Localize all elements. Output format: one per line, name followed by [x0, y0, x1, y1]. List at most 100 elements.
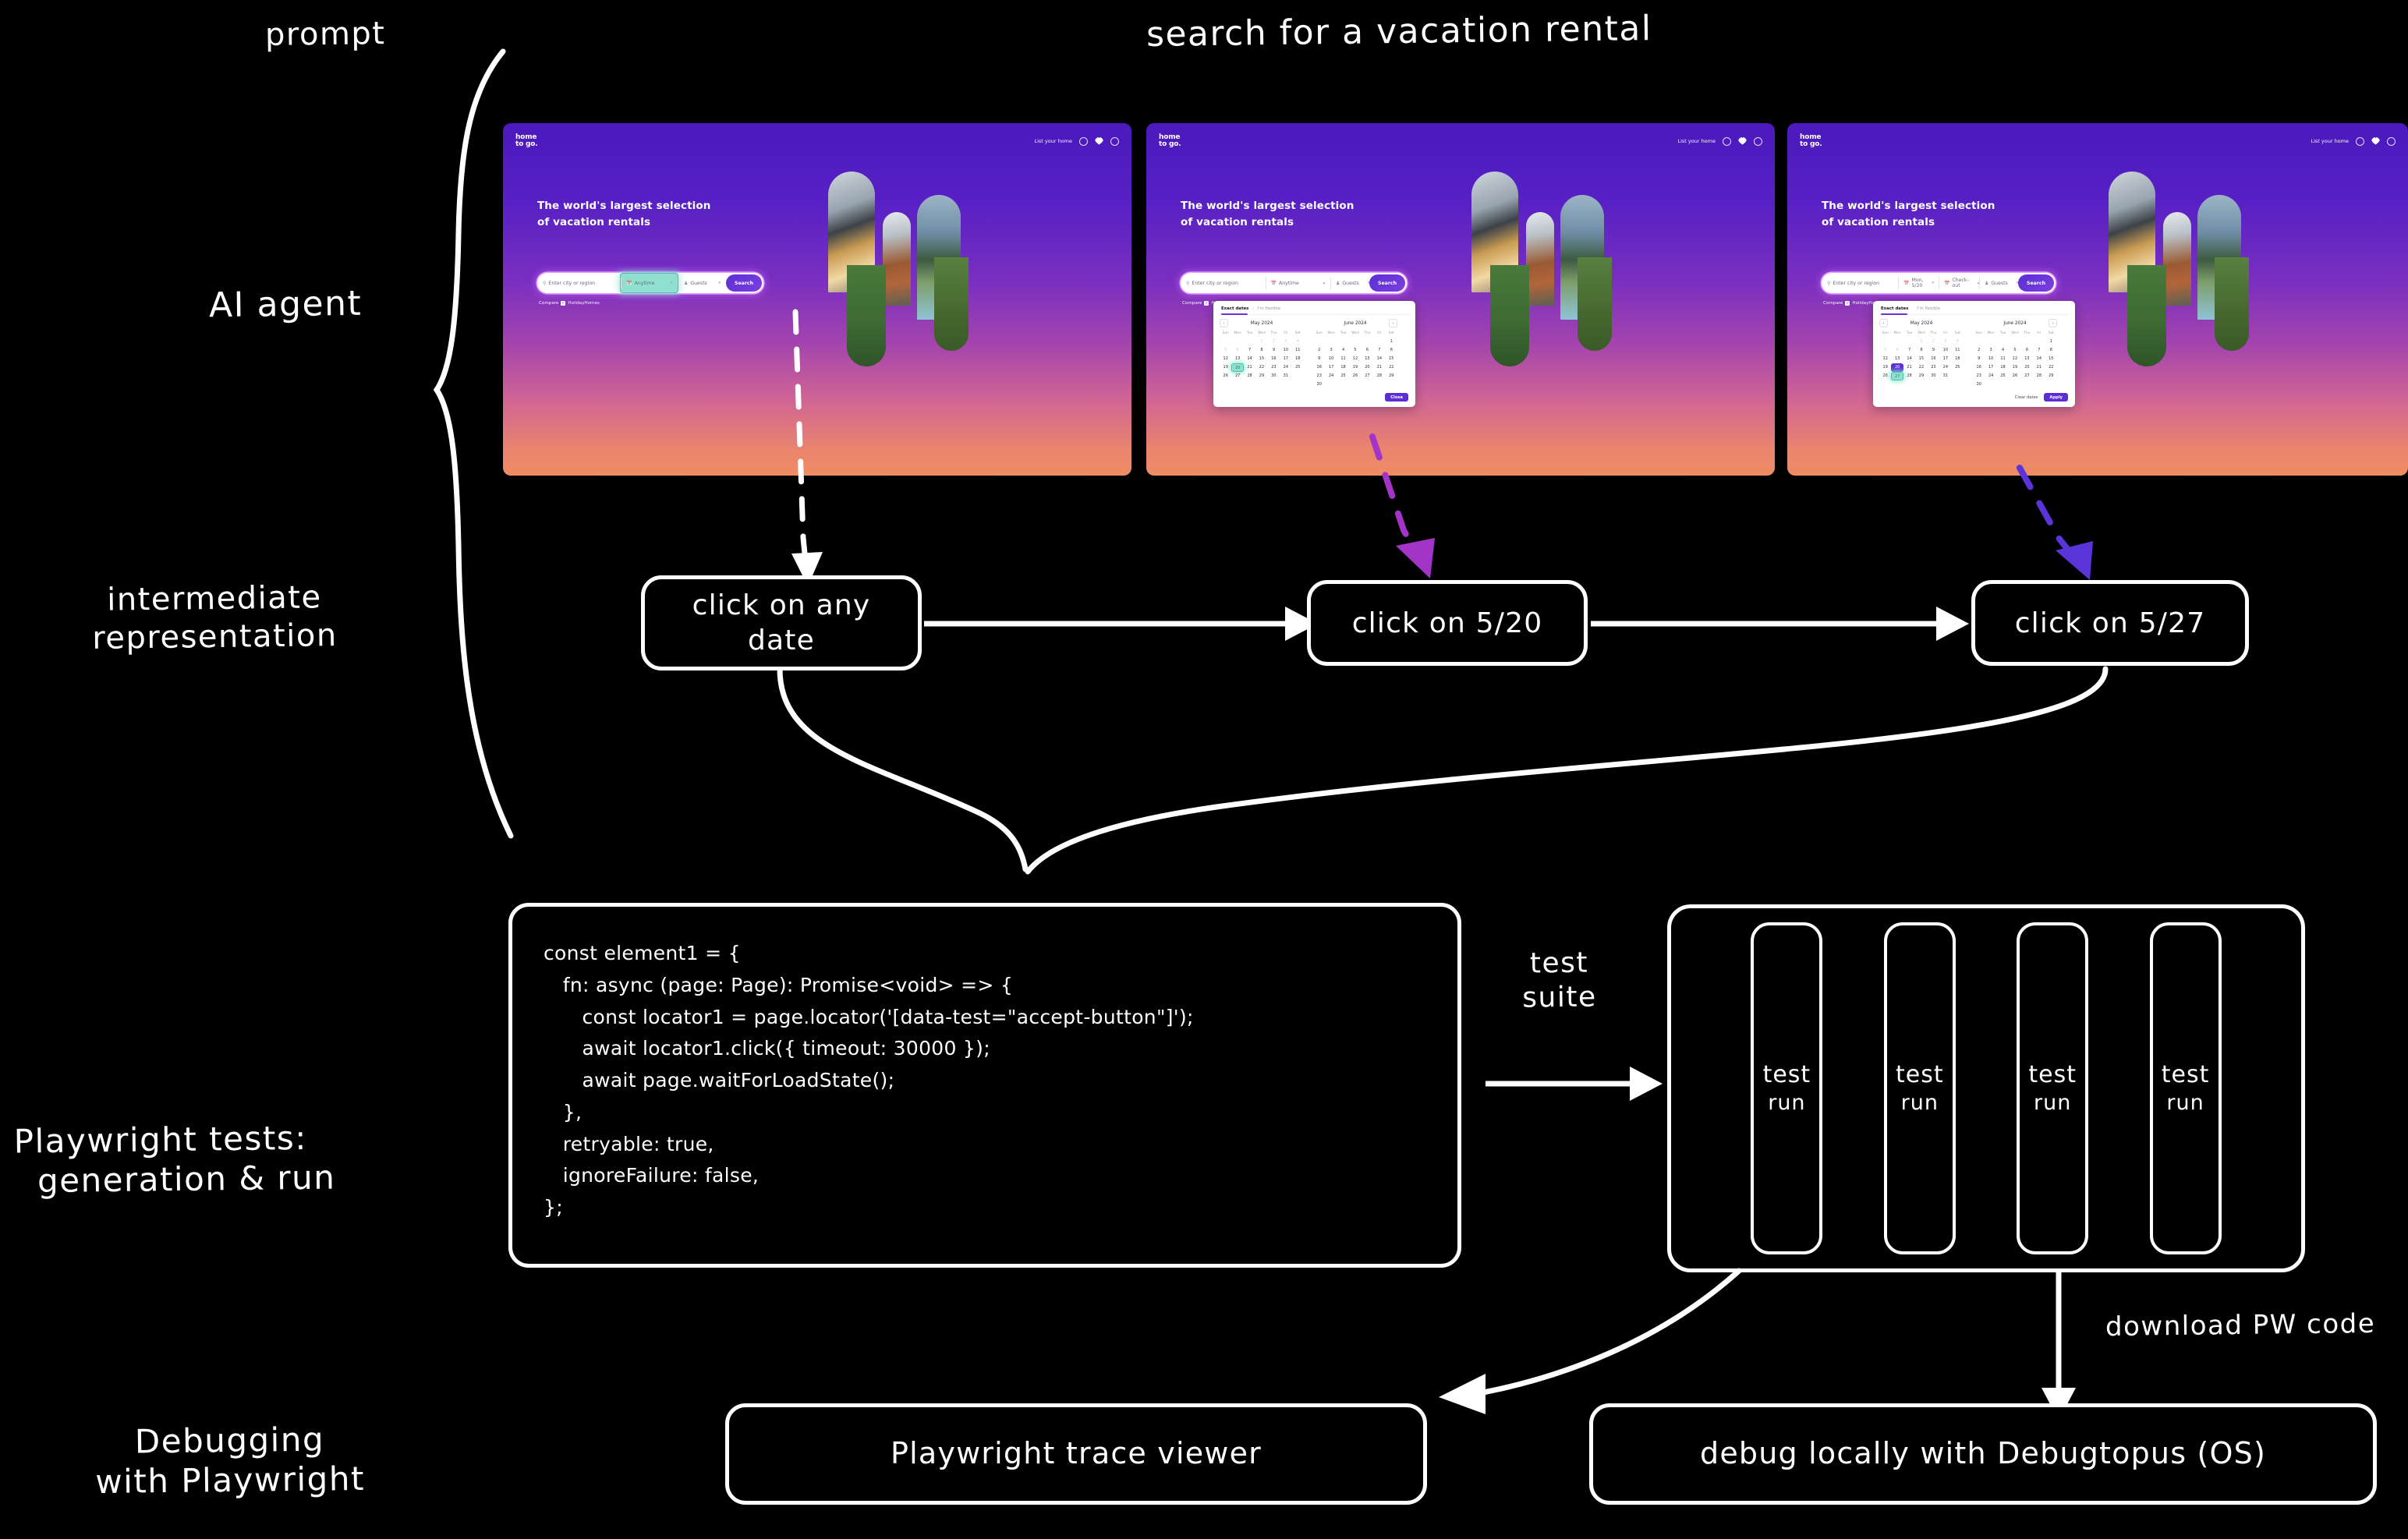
date-picker-popup[interactable]: Exact dates I'm flexible ‹ May 2024 Sun Mon Tu… — [1213, 301, 1415, 407]
guests-field[interactable]: ♟ Guests ▾ — [678, 273, 726, 293]
calendar-day-23[interactable]: 23 — [1928, 363, 1939, 372]
test-run-box[interactable]: test run — [1883, 922, 1956, 1254]
calendar-day-27[interactable]: 27 — [2021, 372, 2033, 380]
generated-code-panel[interactable]: const element1 = { fn: async (page: Page… — [508, 903, 1461, 1268]
calendar-day-30[interactable]: 30 — [1973, 380, 1985, 389]
location-field[interactable]: ⚲ Enter city or region — [537, 273, 620, 293]
calendar-day-24[interactable]: 24 — [1985, 372, 1996, 380]
calendar-next-month-button[interactable]: › — [2049, 319, 2057, 327]
calendar-day-17[interactable]: 17 — [1985, 363, 1996, 372]
debugtopus-box[interactable]: debug locally with Debugtopus (OS) — [1589, 1403, 2377, 1505]
account-icon[interactable] — [2387, 136, 2396, 146]
calendar-day-23[interactable]: 23 — [1268, 363, 1280, 372]
globe-icon[interactable] — [1723, 136, 1731, 146]
calendar-day-24[interactable]: 24 — [1939, 363, 1951, 372]
calendar-day-15[interactable]: 15 — [1386, 355, 1397, 363]
calendar-day-4[interactable]: 4 — [1997, 346, 2009, 355]
heart-icon[interactable] — [2371, 137, 2380, 146]
calendar-day-15[interactable]: 15 — [1915, 355, 1927, 363]
calendar-day-12[interactable]: 12 — [1349, 355, 1361, 363]
calendar-day-6[interactable]: 6 — [2021, 346, 2033, 355]
calendar-prev-month-button[interactable]: ‹ — [1879, 319, 1888, 327]
dates-field[interactable]: 📅 Anytime ▾ — [620, 273, 678, 293]
calendar-day-25[interactable]: 25 — [1997, 372, 2009, 380]
heart-icon[interactable] — [1738, 137, 1747, 146]
calendar-next-month-button[interactable]: › — [1389, 319, 1397, 327]
calendar-apply-button[interactable]: Apply — [2044, 393, 2068, 402]
calendar-day-11[interactable]: 11 — [1292, 346, 1304, 355]
calendar-day-12[interactable]: 12 — [1879, 355, 1891, 363]
calendar-day-7[interactable]: 7 — [1373, 346, 1385, 355]
calendar-day-27[interactable]: 27 — [1362, 372, 1373, 380]
calendar-day-3[interactable]: 3 — [1325, 346, 1337, 355]
checkin-field[interactable]: 📅 Mon, 5/20 ▾ — [1898, 273, 1939, 293]
account-icon[interactable] — [1754, 136, 1762, 146]
calendar-day-27[interactable]: 27 — [1891, 372, 1903, 380]
calendar-day-25[interactable]: 25 — [1292, 363, 1304, 372]
list-your-home-link[interactable]: List your home — [2311, 138, 2349, 144]
calendar-day-5[interactable]: 5 — [1879, 346, 1891, 355]
tab-exact-dates[interactable]: Exact dates — [1221, 306, 1248, 311]
list-your-home-link[interactable]: List your home — [1034, 138, 1072, 144]
calendar-day-31[interactable]: 31 — [1280, 372, 1291, 380]
calendar-day-9[interactable]: 9 — [1928, 346, 1939, 355]
calendar-day-10[interactable]: 10 — [1939, 346, 1951, 355]
calendar-day-28[interactable]: 28 — [1903, 372, 1915, 380]
calendar-day-4[interactable]: 4 — [1952, 338, 1964, 346]
calendar-day-17[interactable]: 17 — [1325, 363, 1337, 372]
browser-screenshot-3[interactable]: home to go. List your home The world's l… — [1787, 123, 2408, 476]
compare-checkbox[interactable]: ✓ — [1845, 301, 1850, 306]
calendar-day-14[interactable]: 14 — [1244, 355, 1255, 363]
dates-field[interactable]: 📅 Anytime ▴ — [1265, 273, 1330, 293]
search-button[interactable]: Search — [2018, 274, 2054, 292]
calendar-day-18[interactable]: 18 — [1337, 363, 1349, 372]
calendar-day-2[interactable]: 2 — [1313, 346, 1325, 355]
calendar-day-3[interactable]: 3 — [1280, 338, 1291, 346]
tab-im-flexible[interactable]: I'm flexible — [1257, 306, 1280, 311]
calendar-day-17[interactable]: 17 — [1939, 355, 1951, 363]
calendar-day-20[interactable]: 20 — [1891, 363, 1903, 372]
calendar-day-15[interactable]: 15 — [1255, 355, 1267, 363]
calendar-day-21[interactable]: 21 — [2033, 363, 2045, 372]
calendar-day-24[interactable]: 24 — [1325, 372, 1337, 380]
calendar-day-24[interactable]: 24 — [1280, 363, 1291, 372]
search-bar[interactable]: ⚲ Enter city or region 📅 Anytime ▴ ♟ Gue… — [1181, 273, 1407, 293]
step-box-2[interactable]: click on 5/20 — [1307, 580, 1588, 666]
calendar-day-1[interactable]: 1 — [1915, 338, 1927, 346]
calendar-day-21[interactable]: 21 — [1373, 363, 1385, 372]
calendar-day-26[interactable]: 26 — [1220, 372, 1231, 380]
calendar-day-16[interactable]: 16 — [1973, 363, 1985, 372]
calendar-day-20[interactable]: 20 — [1362, 363, 1373, 372]
calendar-day-18[interactable]: 18 — [1292, 355, 1304, 363]
calendar-day-26[interactable]: 26 — [1349, 372, 1361, 380]
test-run-box[interactable]: test run — [2149, 922, 2222, 1254]
calendar-day-13[interactable]: 13 — [1891, 355, 1903, 363]
calendar-day-13[interactable]: 13 — [2021, 355, 2033, 363]
calendar-day-14[interactable]: 14 — [2033, 355, 2045, 363]
calendar-day-19[interactable]: 19 — [1220, 363, 1231, 372]
calendar-day-22[interactable]: 22 — [1386, 363, 1397, 372]
calendar-day-18[interactable]: 18 — [1952, 355, 1964, 363]
homtogo-logo[interactable]: home to go. — [1800, 134, 1822, 148]
test-run-box[interactable]: test run — [1751, 922, 1823, 1254]
calendar-day-5[interactable]: 5 — [1220, 346, 1231, 355]
calendar-day-12[interactable]: 12 — [1220, 355, 1231, 363]
calendar-day-29[interactable]: 29 — [1386, 372, 1397, 380]
calendar-day-9[interactable]: 9 — [1268, 346, 1280, 355]
calendar-day-11[interactable]: 11 — [1337, 355, 1349, 363]
calendar-day-7[interactable]: 7 — [1244, 346, 1255, 355]
calendar-day-21[interactable]: 21 — [1244, 363, 1255, 372]
guests-field[interactable]: ♟ Guests ▾ — [1979, 273, 2018, 293]
calendar-day-12[interactable]: 12 — [2009, 355, 2020, 363]
calendar-day-13[interactable]: 13 — [1231, 355, 1243, 363]
calendar-day-19[interactable]: 19 — [2009, 363, 2020, 372]
guests-field[interactable]: ♟ Guests ▾ — [1330, 273, 1369, 293]
calendar-day-28[interactable]: 28 — [1373, 372, 1385, 380]
tab-im-flexible[interactable]: I'm flexible — [1917, 306, 1940, 311]
calendar-day-28[interactable]: 28 — [2033, 372, 2045, 380]
list-your-home-link[interactable]: List your home — [1677, 138, 1716, 144]
calendar-close-button[interactable]: Close — [1385, 393, 1408, 402]
calendar-day-2[interactable]: 2 — [1973, 346, 1985, 355]
calendar-day-2[interactable]: 2 — [1268, 338, 1280, 346]
search-bar[interactable]: ⚲ Enter city or region 📅 Anytime ▾ ♟ Gue… — [537, 273, 763, 293]
